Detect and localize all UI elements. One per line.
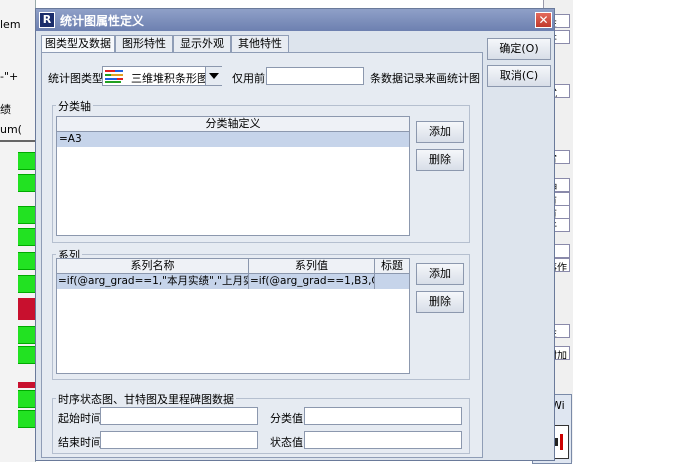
category-value-input[interactable] [304,407,462,425]
series-add-button[interactable]: 添加 [416,263,464,285]
tab-display-appearance[interactable]: 显示外观 [173,35,231,52]
bg-left-text-4: um( [0,123,22,136]
chart-type-value: 三维堆积条形图 [131,72,208,85]
series-name-cell[interactable]: =if(@arg_grad==1,"本月实绩","上月实绩") [57,274,249,289]
status-value-label: 状态值 [270,436,303,449]
dialog-title-bar[interactable]: R 统计图属性定义 ✕ [36,9,554,31]
records-suffix-label: 条数据记录来画统计图 [370,72,480,85]
bg-green-bar [18,326,36,344]
record-count-input[interactable] [266,67,364,85]
only-front-label: 仅用前 [232,72,265,85]
table-row[interactable]: =A3 [57,132,409,147]
cancel-button[interactable]: 取消(C) [487,65,551,87]
dialog-title: 统计图属性定义 [60,14,145,28]
bg-left-text-2: -"+ [0,70,19,83]
chart-properties-dialog: R 统计图属性定义 ✕ 图类型及数据 图形特性 显示外观 其他特性 确定(O) … [35,8,555,461]
category-axis-column-header[interactable]: 分类轴定义 [57,117,409,132]
bg-green-bar [18,228,36,246]
bg-green-bar [18,252,36,270]
app-icon: R [39,12,55,28]
timeline-title: 时序状态图、甘特图及里程碑图数据 [56,391,236,407]
start-time-input[interactable] [100,407,258,425]
series-title-header[interactable]: 标题 [375,259,409,274]
bg-red-mark [18,382,36,388]
bg-left-text-3: 绩 [0,103,11,116]
chart-type-select[interactable]: 三维堆积条形图 [102,66,222,86]
bg-left-text-1: lem [0,18,21,31]
close-icon[interactable]: ✕ [535,12,552,28]
category-value-label: 分类值 [270,412,303,425]
chart-type-label: 统计图类型 [48,72,103,85]
series-table[interactable]: 系列名称 系列值 标题 =if(@arg_grad==1,"本月实绩","上月实… [56,258,410,374]
bar-chart-icon [105,69,127,83]
ok-button[interactable]: 确定(O) [487,38,551,60]
bg-green-bar [18,152,36,170]
tab-graph-properties[interactable]: 图形特性 [115,35,173,52]
dropdown-button[interactable] [205,67,222,85]
chevron-down-icon [209,73,219,79]
bg-green-bar [18,174,36,192]
bg-green-bar [18,410,36,428]
category-add-button[interactable]: 添加 [416,121,464,143]
category-axis-title: 分类轴 [56,98,93,114]
tab-other-properties[interactable]: 其他特性 [231,35,289,52]
bg-red-block [18,298,36,320]
start-time-label: 起始时间 [58,412,102,425]
end-time-label: 结束时间 [58,436,102,449]
status-value-input[interactable] [304,431,462,449]
end-time-input[interactable] [100,431,258,449]
bg-divider [0,140,36,142]
tab-chart-type-data[interactable]: 图类型及数据 [41,35,115,53]
category-delete-button[interactable]: 删除 [416,149,464,171]
tab-panel: 统计图类型 三维堆积条形图 仅用前 条数据记录来画统计图 分类轴 分类轴定义 =… [41,52,483,458]
bg-green-bar [18,275,36,293]
bg-green-bar [18,346,36,364]
bg-green-bar [18,390,36,408]
series-value-header[interactable]: 系列值 [249,259,375,274]
bg-green-bar [18,206,36,224]
series-value-cell[interactable]: =if(@arg_grad==1,B3,C3) [249,274,375,289]
series-title-cell[interactable] [375,274,409,289]
series-name-header[interactable]: 系列名称 [57,259,249,274]
category-axis-table[interactable]: 分类轴定义 =A3 [56,116,410,236]
series-delete-button[interactable]: 删除 [416,291,464,313]
